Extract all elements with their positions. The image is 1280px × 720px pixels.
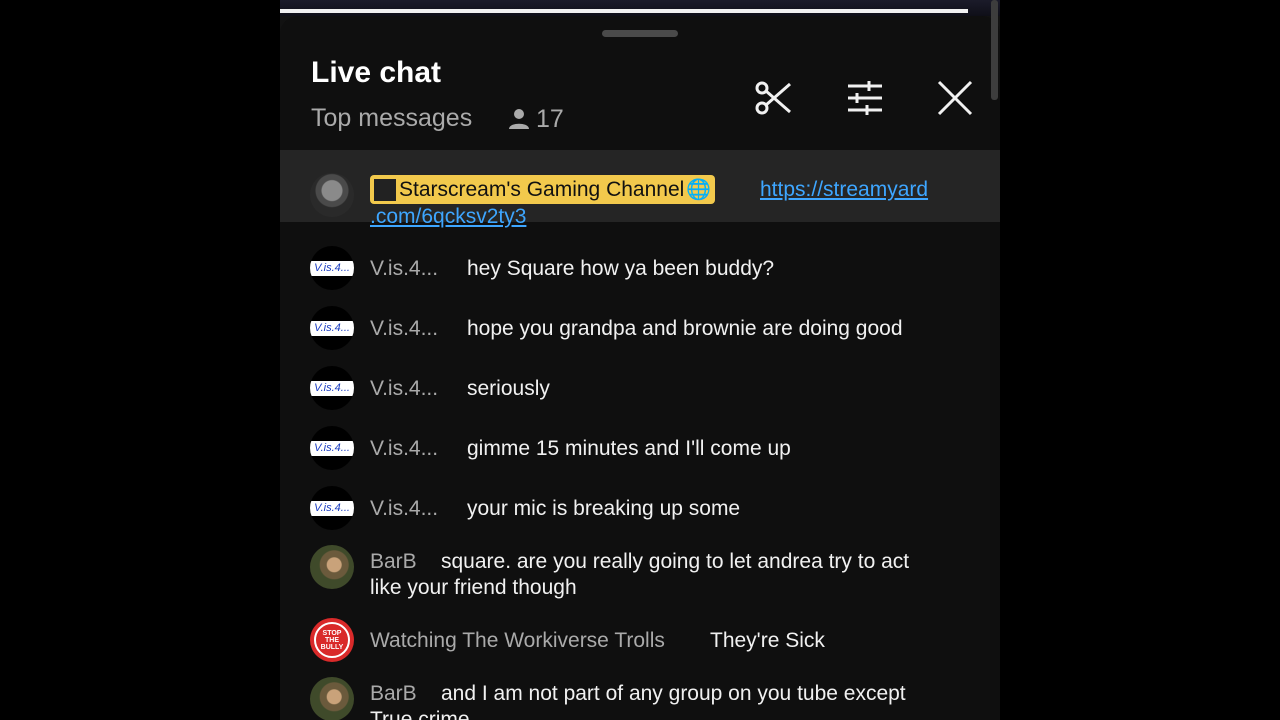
- scrollbar-thumb[interactable]: [991, 0, 998, 100]
- author-name[interactable]: V.is.4...: [370, 437, 438, 461]
- person-icon: [509, 109, 529, 129]
- message-text-line1: square. are you really going to let andr…: [441, 550, 910, 573]
- filter-button[interactable]: [841, 74, 889, 122]
- chat-sheet: Live chat Top messages 17: [280, 16, 1000, 720]
- message-text: seriously: [467, 377, 550, 400]
- user-avatar[interactable]: [310, 545, 354, 589]
- avatar-text: V.is.4...: [310, 440, 354, 456]
- clip-button[interactable]: [750, 74, 798, 122]
- user-avatar[interactable]: V.is.4...: [310, 366, 354, 410]
- owner-name: Starscream's Gaming Channel: [399, 177, 685, 201]
- message-text-line1: and I am not part of any group on you tu…: [441, 682, 906, 705]
- message-text: gimme 15 minutes and I'll come up: [467, 437, 791, 460]
- avatar-text: V.is.4...: [310, 320, 354, 336]
- scissors-icon: [755, 81, 791, 115]
- author-name[interactable]: BarB: [370, 682, 417, 706]
- owner-name-badge[interactable]: Starscream's Gaming Channel 🌐: [370, 175, 716, 204]
- author-name[interactable]: V.is.4...: [370, 377, 438, 401]
- video-progress-track[interactable]: [280, 0, 1000, 16]
- author-name[interactable]: V.is.4...: [370, 257, 438, 281]
- close-button[interactable]: [931, 74, 979, 122]
- avatar-text: V.is.4...: [310, 500, 354, 516]
- drag-handle[interactable]: [602, 30, 678, 37]
- user-avatar[interactable]: V.is.4...: [310, 426, 354, 470]
- user-avatar[interactable]: [310, 677, 354, 720]
- streamyard-link-part2[interactable]: .com/6qcksv2ty3: [370, 205, 526, 229]
- message-text: your mic is breaking up some: [467, 497, 741, 520]
- author-name[interactable]: V.is.4...: [370, 497, 438, 521]
- chat-mode-selector[interactable]: Top messages: [311, 104, 472, 133]
- message-text: They're Sick: [710, 629, 825, 652]
- live-chat-panel: Live chat Top messages 17 Starscream's G…: [280, 0, 1000, 720]
- author-name[interactable]: V.is.4...: [370, 317, 438, 341]
- message-text-line2: True crime: [370, 708, 470, 720]
- video-progress-bar[interactable]: [280, 9, 968, 13]
- message-text: hope you grandpa and brownie are doing g…: [467, 317, 903, 340]
- streamyard-link-part1[interactable]: https://streamyard: [760, 178, 928, 202]
- message-text: hey Square how ya been buddy?: [467, 257, 775, 280]
- sliders-icon: [848, 81, 882, 115]
- globe-icon: 🌐: [686, 179, 712, 201]
- viewer-count-value: 17: [536, 104, 564, 133]
- starscream-avatar[interactable]: [310, 173, 354, 217]
- avatar-text: V.is.4...: [310, 380, 354, 396]
- chat-title: Live chat: [311, 56, 442, 89]
- viewer-count: 17: [508, 104, 564, 134]
- user-avatar[interactable]: V.is.4...: [310, 246, 354, 290]
- square-icon: [374, 178, 396, 201]
- user-avatar[interactable]: STOP THE BULLY: [310, 618, 354, 662]
- stop-bully-badge: STOP THE BULLY: [314, 622, 350, 658]
- close-icon: [937, 80, 973, 116]
- user-avatar[interactable]: V.is.4...: [310, 486, 354, 530]
- author-name[interactable]: BarB: [370, 550, 417, 574]
- avatar-text: V.is.4...: [310, 260, 354, 276]
- author-name[interactable]: Watching The Workiverse Trolls: [370, 629, 665, 653]
- message-text-line2: like your friend though: [370, 576, 577, 599]
- user-avatar[interactable]: V.is.4...: [310, 306, 354, 350]
